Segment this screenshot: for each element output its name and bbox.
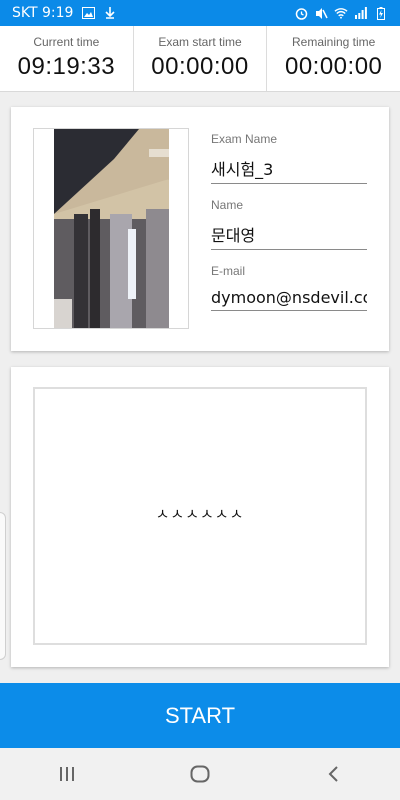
- recent-apps-icon[interactable]: [37, 754, 97, 794]
- current-time-value: 09:19:33: [17, 53, 116, 80]
- profile-card: Exam Name 새시험_3 Name 문대영 E-mail dymoon@n…: [11, 107, 389, 351]
- remaining-time-label: Remaining time: [291, 35, 376, 49]
- name-field: Name 문대영: [211, 198, 367, 250]
- battery-icon: [374, 6, 388, 20]
- timer-bar: Current time 09:19:33 Exam start time 00…: [0, 26, 400, 92]
- signature-pad[interactable]: ㅅㅅㅅㅅㅅㅅ: [33, 387, 367, 645]
- exam-name-label: Exam Name: [211, 132, 278, 146]
- edge-panel-handle[interactable]: [0, 512, 6, 660]
- alarm-icon: [294, 6, 308, 20]
- remaining-time-value: 00:00:00: [284, 53, 383, 80]
- status-bar: SKT 9:19: [0, 0, 400, 26]
- navigation-bar: [0, 748, 400, 800]
- current-time-label: Current time: [33, 35, 100, 49]
- exam-start-time-label: Exam start time: [158, 35, 242, 49]
- back-icon[interactable]: [303, 754, 363, 794]
- exam-name-field: Exam Name 새시험_3: [211, 132, 367, 184]
- exam-start-time-value: 00:00:00: [151, 53, 249, 80]
- name-value: 문대영: [211, 212, 367, 250]
- signal-icon: [354, 6, 368, 20]
- download-icon: [103, 6, 117, 20]
- image-icon: [81, 6, 95, 20]
- email-label: E-mail: [211, 264, 246, 278]
- email-value: dymoon@nsdevil.cor: [211, 278, 367, 311]
- remaining-time-panel: Remaining time 00:00:00: [267, 26, 400, 91]
- mute-icon: [314, 6, 328, 20]
- exam-start-time-panel: Exam start time 00:00:00: [134, 26, 268, 91]
- home-icon[interactable]: [170, 754, 230, 794]
- name-label: Name: [211, 198, 244, 212]
- current-time-panel: Current time 09:19:33: [0, 26, 134, 91]
- signature-card: ㅅㅅㅅㅅㅅㅅ: [11, 367, 389, 667]
- wifi-icon: [334, 6, 348, 20]
- carrier-time: SKT 9:19: [12, 5, 74, 21]
- email-field: E-mail dymoon@nsdevil.cor: [211, 264, 367, 311]
- exam-name-value: 새시험_3: [211, 146, 367, 184]
- start-button[interactable]: START: [0, 683, 400, 748]
- profile-fields: Exam Name 새시험_3 Name 문대영 E-mail dymoon@n…: [211, 132, 367, 325]
- profile-photo: [54, 129, 169, 328]
- signature-text: ㅅㅅㅅㅅㅅㅅ: [155, 504, 245, 523]
- photo-frame: [33, 128, 189, 329]
